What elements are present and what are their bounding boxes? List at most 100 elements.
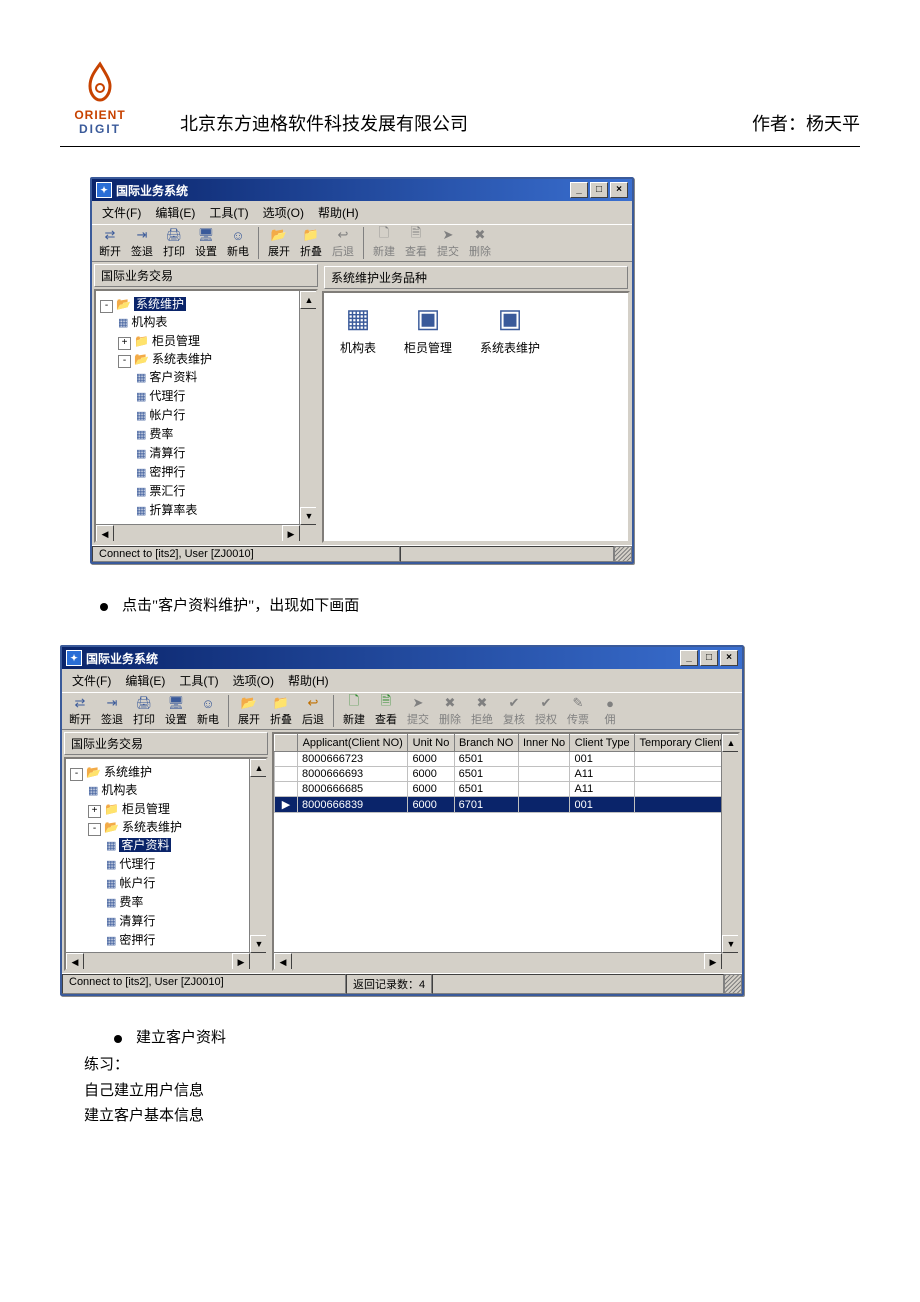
cell[interactable]: A11: [570, 782, 635, 797]
maximize-button[interactable]: □: [700, 650, 718, 666]
menu-help[interactable]: 帮助(H): [282, 671, 335, 690]
maximize-button[interactable]: □: [590, 182, 608, 198]
cell[interactable]: 001: [570, 797, 635, 813]
tree-leaf[interactable]: 代理行: [119, 857, 155, 871]
tree-leaf[interactable]: 客户资料: [149, 370, 197, 384]
scroll-left-icon[interactable]: ◀: [66, 953, 84, 971]
toolbar-button[interactable]: 🖨打印: [130, 695, 158, 727]
tree-leaf[interactable]: 折算率表: [149, 503, 197, 517]
data-grid[interactable]: Applicant(Client NO)Unit NoBranch NOInne…: [272, 732, 740, 971]
toolbar-button[interactable]: ⇥签退: [98, 695, 126, 727]
toolbar-button[interactable]: 🗎查看: [372, 695, 400, 727]
tree-node[interactable]: 柜员管理: [152, 334, 200, 348]
tree-leaf[interactable]: 代理行: [149, 389, 185, 403]
tree-node[interactable]: 系统表维护: [122, 820, 182, 834]
tree-node[interactable]: 机构表: [131, 315, 167, 329]
list-item-teller[interactable]: ▣ 柜员管理: [404, 303, 452, 531]
collapse-icon[interactable]: -: [70, 768, 83, 781]
scrollbar-vertical[interactable]: ▲ ▼: [249, 759, 266, 953]
cell[interactable]: A11: [570, 767, 635, 782]
tree-leaf[interactable]: 客户资料: [119, 838, 171, 852]
scrollbar-vertical[interactable]: ▲ ▼: [299, 291, 316, 525]
toolbar-button[interactable]: 📁折叠: [267, 695, 295, 727]
cell[interactable]: 001: [570, 752, 635, 767]
table-row[interactable]: 800066669360006501 A11: [275, 767, 738, 782]
collapse-icon[interactable]: -: [88, 823, 101, 836]
minimize-button[interactable]: _: [680, 650, 698, 666]
tree-leaf[interactable]: 费率: [119, 895, 143, 909]
scroll-left-icon[interactable]: ◀: [274, 953, 292, 971]
expand-icon[interactable]: +: [88, 805, 101, 818]
cell[interactable]: 6000: [408, 782, 454, 797]
tree-leaf[interactable]: 帐户行: [119, 876, 155, 890]
cell[interactable]: 6501: [454, 752, 518, 767]
scroll-right-icon[interactable]: ▶: [232, 953, 250, 971]
tree-leaf[interactable]: 帐户行: [149, 408, 185, 422]
column-header[interactable]: Applicant(Client NO): [298, 735, 408, 752]
toolbar-button[interactable]: 📁折叠: [297, 227, 325, 259]
cell[interactable]: [518, 797, 570, 813]
list-item-institution[interactable]: ▦ 机构表: [340, 303, 376, 531]
scroll-down-icon[interactable]: ▼: [300, 507, 318, 525]
toolbar-button[interactable]: ⇄断开: [96, 227, 124, 259]
toolbar-button[interactable]: 📂展开: [235, 695, 263, 727]
tree-node[interactable]: 柜员管理: [122, 802, 170, 816]
tree-root[interactable]: 系统维护: [134, 297, 186, 311]
minimize-button[interactable]: _: [570, 182, 588, 198]
cell[interactable]: 6501: [454, 767, 518, 782]
resize-grip-icon[interactable]: [724, 974, 742, 994]
toolbar-button[interactable]: 🖥设置: [162, 695, 190, 727]
menu-option[interactable]: 选项(O): [227, 671, 280, 690]
menu-edit[interactable]: 编辑(E): [149, 203, 201, 222]
toolbar-button[interactable]: ↩后退: [299, 695, 327, 727]
tree-leaf[interactable]: 清算行: [149, 446, 185, 460]
toolbar-button[interactable]: ☺新电: [194, 695, 222, 727]
tree-node[interactable]: 机构表: [101, 783, 137, 797]
collapse-icon[interactable]: -: [100, 300, 113, 313]
toolbar-button[interactable]: 📂展开: [265, 227, 293, 259]
collapse-icon[interactable]: -: [118, 355, 131, 368]
tree-leaf[interactable]: 票汇行: [149, 484, 185, 498]
cell[interactable]: 6000: [408, 752, 454, 767]
cell[interactable]: 6000: [408, 767, 454, 782]
scroll-right-icon[interactable]: ▶: [704, 953, 722, 971]
cell[interactable]: 8000666839: [298, 797, 408, 813]
menu-option[interactable]: 选项(O): [257, 203, 310, 222]
cell[interactable]: [518, 767, 570, 782]
tree[interactable]: -📂系统维护 ▦机构表 +📁柜员管理 -📂系统表维护 ▦客户资料▦代理行▦帐户行…: [96, 291, 316, 524]
menu-help[interactable]: 帮助(H): [312, 203, 365, 222]
toolbar-button[interactable]: 🖥设置: [192, 227, 220, 259]
cell[interactable]: 8000666723: [298, 752, 408, 767]
close-button[interactable]: ×: [610, 182, 628, 198]
toolbar-button[interactable]: 🗋新建: [340, 695, 368, 727]
table-row[interactable]: 800066672360006501 001: [275, 752, 738, 767]
tree-leaf[interactable]: 密押行: [119, 933, 155, 947]
cell[interactable]: [518, 782, 570, 797]
column-header[interactable]: Unit No: [408, 735, 454, 752]
menu-edit[interactable]: 编辑(E): [119, 671, 171, 690]
cell[interactable]: 6000: [408, 797, 454, 813]
cell[interactable]: 8000666685: [298, 782, 408, 797]
cell[interactable]: 8000666693: [298, 767, 408, 782]
scroll-up-icon[interactable]: ▲: [722, 734, 740, 752]
menu-file[interactable]: 文件(F): [96, 203, 147, 222]
cell[interactable]: 6701: [454, 797, 518, 813]
table-row[interactable]: ▶800066683960006701001: [275, 797, 738, 813]
scroll-up-icon[interactable]: ▲: [300, 291, 318, 309]
tree-leaf[interactable]: 费率: [149, 427, 173, 441]
scroll-up-icon[interactable]: ▲: [250, 759, 268, 777]
menu-tool[interactable]: 工具(T): [173, 671, 224, 690]
list-item-sysmaint[interactable]: ▣ 系统表维护: [480, 303, 540, 531]
toolbar-button[interactable]: ⇄断开: [66, 695, 94, 727]
toolbar-button[interactable]: 🖨打印: [160, 227, 188, 259]
cell[interactable]: [518, 752, 570, 767]
tree-leaf[interactable]: 清算行: [119, 914, 155, 928]
scrollbar-vertical[interactable]: ▲ ▼: [721, 734, 738, 953]
close-button[interactable]: ×: [720, 650, 738, 666]
menu-file[interactable]: 文件(F): [66, 671, 117, 690]
table-row[interactable]: 800066668560006501A11: [275, 782, 738, 797]
scroll-right-icon[interactable]: ▶: [282, 525, 300, 543]
tree-leaf[interactable]: 密押行: [149, 465, 185, 479]
tree-root[interactable]: 系统维护: [104, 765, 152, 779]
scroll-down-icon[interactable]: ▼: [250, 935, 268, 953]
